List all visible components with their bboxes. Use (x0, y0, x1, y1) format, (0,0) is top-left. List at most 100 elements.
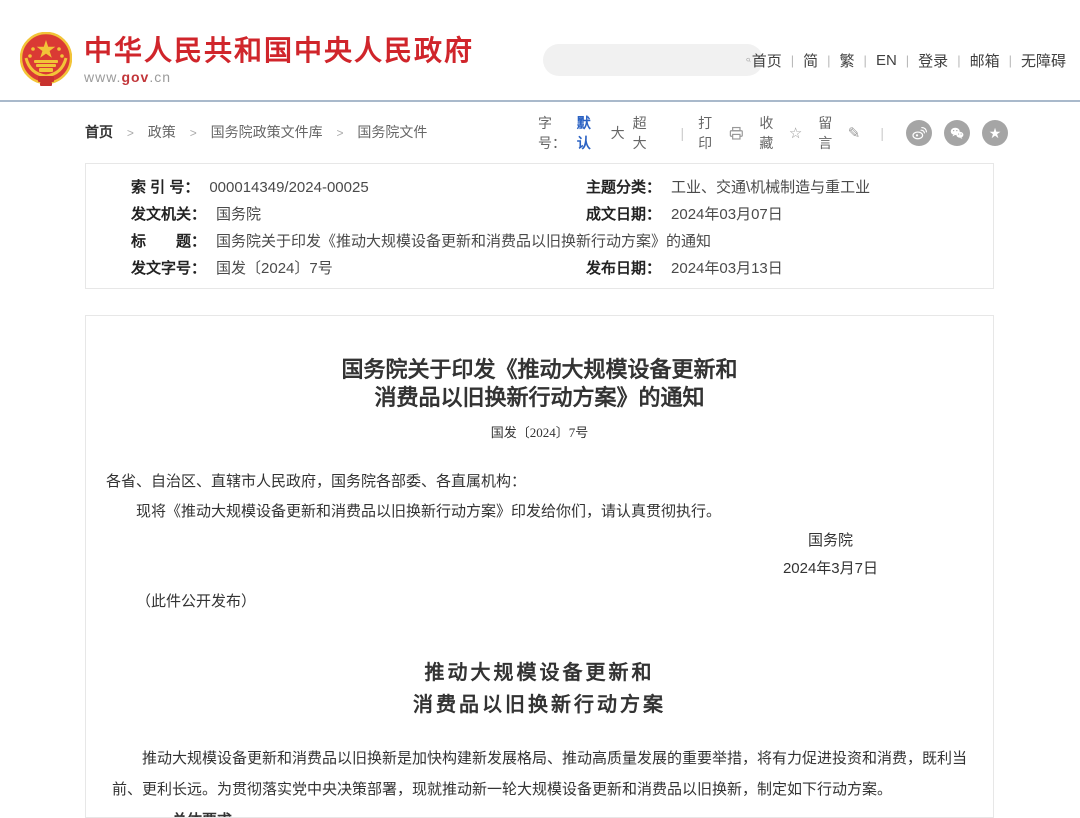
meta-row: 发文机关： 国务院 成文日期： 2024年03月07日 (86, 200, 993, 227)
meta-doc-no: 发文字号： 国发〔2024〕7号 (86, 257, 541, 278)
meta-row: 标 题： 国务院关于印发《推动大规模设备更新和消费品以旧换新行动方案》的通知 (86, 227, 993, 254)
breadcrumb-item-home[interactable]: 首页 (85, 124, 113, 140)
site-url: www.gov.cn (84, 69, 474, 85)
search-input[interactable] (543, 44, 746, 76)
salutation: 各省、自治区、直辖市人民政府，国务院各部委、各直属机构： (106, 467, 973, 497)
nav-separator: | (827, 53, 830, 68)
meta-written-date-value: 2024年03月07日 (671, 206, 783, 223)
wechat-share-button[interactable] (944, 120, 970, 146)
site-header: 中华人民共和国中央人民政府 www.gov.cn 首页 | 简 | 繁 | EN… (0, 0, 1080, 100)
share-icons: ★ (894, 120, 1008, 146)
meta-title: 标 题： 国务院关于印发《推动大规模设备更新和消费品以旧换新行动方案》的通知 (86, 230, 993, 251)
signature-inner: 国务院 2024年3月7日 (783, 527, 878, 583)
nav-separator: | (791, 53, 794, 68)
nav-link-accessibility[interactable]: 无障碍 (1021, 50, 1066, 71)
meta-publish-date-label: 发布日期： (586, 260, 661, 277)
meta-theme: 主题分类： 工业、交通\机械制造与重工业 (541, 176, 993, 197)
notice-paragraph: 现将《推动大规模设备更新和消费品以旧换新行动方案》印发给你们，请认真贯彻执行。 (106, 497, 973, 527)
plan-title-line2: 消费品以旧换新行动方案 (413, 694, 666, 716)
meta-index: 索 引 号： 000014349/2024-00025 (86, 176, 541, 197)
meta-written-date: 成文日期： 2024年03月07日 (541, 203, 993, 224)
font-size-default-button[interactable]: 默认 (577, 113, 603, 153)
meta-publish-date-value: 2024年03月13日 (671, 260, 783, 277)
public-release-note: （此件公开发布） (106, 587, 973, 617)
breadcrumb-separator: > (336, 126, 343, 140)
meta-row: 发文字号： 国发〔2024〕7号 发布日期： 2024年03月13日 (86, 254, 993, 281)
national-emblem-icon (20, 32, 72, 88)
font-size-label: 字号： (538, 113, 577, 153)
wechat-icon (949, 125, 965, 141)
print-button[interactable]: 打印 (698, 113, 743, 153)
breadcrumb-separator: > (190, 126, 197, 140)
plan-title: 推动大规模设备更新和 消费品以旧换新行动方案 (86, 657, 993, 721)
weibo-share-button[interactable] (906, 120, 932, 146)
site-title: 中华人民共和国中央人民政府 (84, 36, 474, 66)
nav-link-login[interactable]: 登录 (918, 50, 948, 71)
meta-written-date-label: 成文日期： (586, 206, 661, 223)
meta-index-value: 000014349/2024-00025 (209, 179, 368, 196)
meta-doc-no-label: 发文字号： (131, 260, 206, 277)
breadcrumb-separator: > (127, 126, 134, 140)
breadcrumb-item-policies[interactable]: 政策 (148, 124, 176, 140)
signature-block: 国务院 2024年3月7日 (106, 527, 973, 584)
favorite-button[interactable]: 收藏 ☆ (759, 113, 802, 153)
comment-button[interactable]: 留言 ✎ (818, 113, 860, 153)
nav-link-traditional[interactable]: 繁 (840, 50, 855, 71)
nav-link-english[interactable]: EN (876, 52, 897, 69)
meta-doc-no-value: 国发〔2024〕7号 (216, 260, 333, 277)
favorite-label: 收藏 (759, 113, 783, 153)
favorite-share-button[interactable]: ★ (982, 120, 1008, 146)
breadcrumb-item-state-council-docs[interactable]: 国务院文件 (357, 124, 427, 140)
star-outline-icon: ☆ (789, 124, 802, 142)
meta-index-label: 索 引 号： (131, 179, 199, 196)
nav-separator: | (864, 53, 867, 68)
print-label: 打印 (698, 113, 724, 153)
document-content-box: 国务院关于印发《推动大规模设备更新和 消费品以旧换新行动方案》的通知 国发〔20… (85, 315, 994, 818)
breadcrumb: 首页 > 政策 > 国务院政策文件库 > 国务院文件 (85, 122, 427, 142)
pencil-icon: ✎ (848, 124, 861, 142)
meta-agency-value: 国务院 (216, 206, 261, 223)
plan-paragraph: 推动大规模设备更新和消费品以旧换新是加快构建新发展格局、推动高质量发展的重要举措… (106, 743, 973, 805)
document-body: 各省、自治区、直辖市人民政府，国务院各部委、各直属机构： 现将《推动大规模设备更… (86, 467, 993, 617)
logo-text: 中华人民共和国中央人民政府 www.gov.cn (84, 36, 474, 85)
plan-title-line1: 推动大规模设备更新和 (425, 662, 655, 684)
meta-publish-date: 发布日期： 2024年03月13日 (541, 257, 993, 278)
nav-link-mail[interactable]: 邮箱 (970, 50, 1000, 71)
nav-separator: | (1009, 53, 1012, 68)
printer-icon (729, 126, 744, 141)
meta-title-label: 标 题： (131, 233, 206, 250)
font-size-large-button[interactable]: 大 (611, 123, 625, 143)
document-title-line1: 国务院关于印发《推动大规模设备更新和 (341, 357, 737, 382)
search-icon[interactable] (746, 51, 751, 69)
font-size-xlarge-button[interactable]: 超大 (633, 113, 659, 153)
document-title-line2: 消费品以旧换新行动方案》的通知 (374, 385, 704, 410)
plan-body: 推动大规模设备更新和消费品以旧换新是加快构建新发展格局、推动高质量发展的重要举措… (86, 743, 993, 818)
meta-agency: 发文机关： 国务院 (86, 203, 541, 224)
nav-link-home[interactable]: 首页 (752, 50, 782, 71)
site-url-suffix: .cn (149, 69, 171, 85)
breadcrumb-item-policy-library[interactable]: 国务院政策文件库 (211, 124, 323, 140)
meta-theme-label: 主题分类： (586, 179, 661, 196)
search-box[interactable] (543, 44, 763, 76)
signer: 国务院 (808, 532, 853, 549)
nav-link-simplified[interactable]: 简 (803, 50, 818, 71)
toolbar-separator: | (681, 125, 685, 141)
star-icon: ★ (989, 126, 1002, 140)
toolbar-separator: | (880, 125, 884, 141)
sign-date: 2024年3月7日 (783, 560, 878, 577)
meta-agency-label: 发文机关： (131, 206, 206, 223)
comment-label: 留言 (818, 113, 843, 153)
page-toolbar: 字号： 默认 大 超大 | 打印 收藏 ☆ 留言 ✎ | (538, 118, 1008, 148)
meta-theme-value: 工业、交通\机械制造与重工业 (671, 179, 870, 196)
document-number: 国发〔2024〕7号 (86, 422, 993, 441)
top-nav: 首页 | 简 | 繁 | EN | 登录 | 邮箱 | 无障碍 (752, 50, 1066, 71)
meta-row: 索 引 号： 000014349/2024-00025 主题分类： 工业、交通\机械… (86, 173, 993, 200)
nav-separator: | (906, 53, 909, 68)
document-metadata-box: 索 引 号： 000014349/2024-00025 主题分类： 工业、交通\机械… (85, 163, 994, 289)
site-logo[interactable]: 中华人民共和国中央人民政府 www.gov.cn (20, 32, 474, 88)
nav-separator: | (957, 53, 960, 68)
document-title: 国务院关于印发《推动大规模设备更新和 消费品以旧换新行动方案》的通知 (86, 356, 993, 412)
site-url-prefix: www. (84, 69, 121, 85)
header-divider (0, 100, 1080, 102)
meta-title-value: 国务院关于印发《推动大规模设备更新和消费品以旧换新行动方案》的通知 (216, 233, 711, 250)
